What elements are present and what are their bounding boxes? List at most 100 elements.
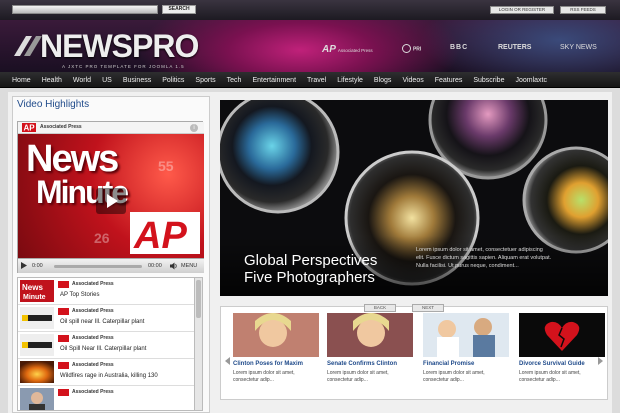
scrollbar-thumb[interactable] [196,280,201,318]
news-thumb-item[interactable]: Senate Confirms Clinton Lorem ipsum dolo… [327,313,413,393]
nav-item-tech[interactable]: Tech [227,77,242,84]
playlist-item[interactable]: Associated Press Wildfires rage in Austr… [18,359,194,386]
feature-slideshow[interactable]: Global Perspectives Five Photographers L… [220,100,608,296]
playlist-source: Associated Press [72,362,114,368]
nav-item-travel[interactable]: Travel [307,77,326,84]
news-thumb-item[interactable]: Financial Promise Lorem ipsum dolor sit … [423,313,509,393]
info-icon[interactable]: i [190,124,198,132]
chevron-left-icon[interactable] [225,357,230,365]
nav-item-joomlaxtc[interactable]: Joomlaxtc [515,77,547,84]
nav-item-us[interactable]: US [102,77,112,84]
logo-mark-icon [14,36,42,56]
main-content: Video Highlights AP Associated Press i 2… [8,92,612,413]
site-logo[interactable]: NEWSPRO [40,30,199,62]
svg-text:Minute: Minute [23,294,46,301]
playlist-source: Associated Press [72,389,114,395]
svg-text:AP: AP [24,124,36,133]
nav-item-entertainment[interactable]: Entertainment [252,77,296,84]
playlist-source: Associated Press [72,335,114,341]
search-input[interactable] [12,5,158,14]
total-time: 00:00 [148,263,162,269]
video-highlights-title: Video Highlights [17,99,90,110]
feature-title-line2[interactable]: Five Photographers [244,269,375,286]
top-bar: SEARCH LOGIN OR REGISTER RSS FEEDS [0,0,620,20]
page: SEARCH LOGIN OR REGISTER RSS FEEDS NEWSP… [0,0,620,413]
playlist-title: Wildfires rage in Australia, killing 130 [60,373,158,379]
news-thumb-title[interactable]: Financial Promise [423,361,474,367]
player-menu-button[interactable]: MENU [181,263,197,269]
nav-item-business[interactable]: Business [123,77,151,84]
player-controls: 0:00 00:00 MENU [18,258,204,273]
globe-icon [402,44,411,53]
nav-item-features[interactable]: Features [435,77,463,84]
nav-item-health[interactable]: Health [42,77,62,84]
ap-partner-icon: AP [322,44,336,55]
nav-item-world[interactable]: World [73,77,91,84]
clock-number: 55 [158,158,174,174]
volume-icon[interactable] [170,262,178,270]
news-thumb-desc: Lorem ipsum dolor sit amet, consectetur … [519,370,581,383]
news-thumb-title[interactable]: Senate Confirms Clinton [327,361,397,367]
ap-logo-icon [58,362,69,369]
play-icon[interactable] [96,188,126,214]
nav-item-politics[interactable]: Politics [162,77,184,84]
news-thumb-item[interactable]: Clinton Poses for Maxim Lorem ipsum dolo… [233,313,319,393]
nav-item-lifestyle[interactable]: Lifestyle [337,77,363,84]
player-header: AP Associated Press i [18,122,204,134]
playlist-source: Associated Press [72,308,114,314]
video-frame[interactable]: 26 55 News Minute AP [18,134,204,258]
rss-feeds-button[interactable]: RSS FEEDS [560,6,606,14]
playlist-scrollbar[interactable] [194,278,202,410]
nav-item-subscribe[interactable]: Subscribe [473,77,504,84]
news-thumb-item[interactable]: Divorce Survival Guide Lorem ipsum dolor… [519,313,605,393]
news-thumb-title[interactable]: Clinton Poses for Maxim [233,361,303,367]
playlist-item[interactable]: News Minute Associated Press AP Top Stori… [18,278,194,305]
chevron-right-icon[interactable] [598,357,603,365]
nav-item-home[interactable]: Home [12,77,31,84]
partner-ap[interactable]: AP Associated Press [322,44,373,55]
clock-number: 26 [94,230,110,246]
play-control-icon[interactable] [21,262,27,269]
news-minute-logo-line1: News [26,138,119,180]
login-register-button[interactable]: LOGIN OR REGISTER [490,6,554,14]
news-thumb-desc: Lorem ipsum dolor sit amet, consectetur … [327,370,389,383]
clinton-photo [233,313,319,357]
back-button[interactable]: BACK [364,304,396,312]
partner-bbc[interactable]: BBC [450,44,468,51]
playlist-source: Associated Press [72,281,114,287]
progress-bar[interactable] [54,265,142,268]
playlist-item[interactable]: Associated Press Oil spill near Ill. Cat… [18,305,194,332]
partner-ap-label: Associated Press [337,48,373,53]
nav-item-blogs[interactable]: Blogs [374,77,392,84]
feature-description: Lorem ipsum dolor sit amet, consectetuer… [416,247,552,269]
playlist-title: AP Top Stories [60,292,100,298]
ap-logo-icon [58,335,69,342]
person-thumbnail [20,388,54,410]
ap-logo-icon [58,389,69,396]
ap-logo-icon: AP [22,123,36,132]
broken-heart-photo [519,313,605,357]
partner-pri[interactable]: PRI [402,44,421,53]
playlist-item[interactable]: Associated Press Oil Spill Near Ill. Cat… [18,332,194,359]
video-playlist: News Minute Associated Press AP Top Stori… [17,277,203,411]
svg-text:News: News [22,283,43,292]
partner-pri-label: PRI [412,46,422,53]
ap-logo-icon [58,308,69,315]
caterpillar-thumbnail [20,307,54,329]
partner-sky-news[interactable]: SKY NEWS [560,44,597,51]
news-thumb-title[interactable]: Divorce Survival Guide [519,361,585,367]
ap-logo-icon: AP [130,212,200,254]
feature-title[interactable]: Global Perspectives [244,252,377,269]
main-nav: Home Health World US Business Politics S… [0,72,620,88]
search-button[interactable]: SEARCH [162,5,196,14]
senate-photo [327,313,413,357]
nav-item-videos[interactable]: Videos [402,77,423,84]
partner-reuters[interactable]: REUTERS [498,44,531,51]
caterpillar-thumbnail [20,334,54,356]
nav-item-sports[interactable]: Sports [195,77,215,84]
video-player[interactable]: AP Associated Press i 26 55 News Minute [17,121,204,273]
site-tagline: A JXTC PRO TEMPLATE FOR JOOMLA 1.5 [62,64,185,69]
svg-text:AP: AP [133,215,187,254]
next-button[interactable]: NEXT [412,304,444,312]
playlist-item[interactable]: Associated Press [18,386,194,410]
